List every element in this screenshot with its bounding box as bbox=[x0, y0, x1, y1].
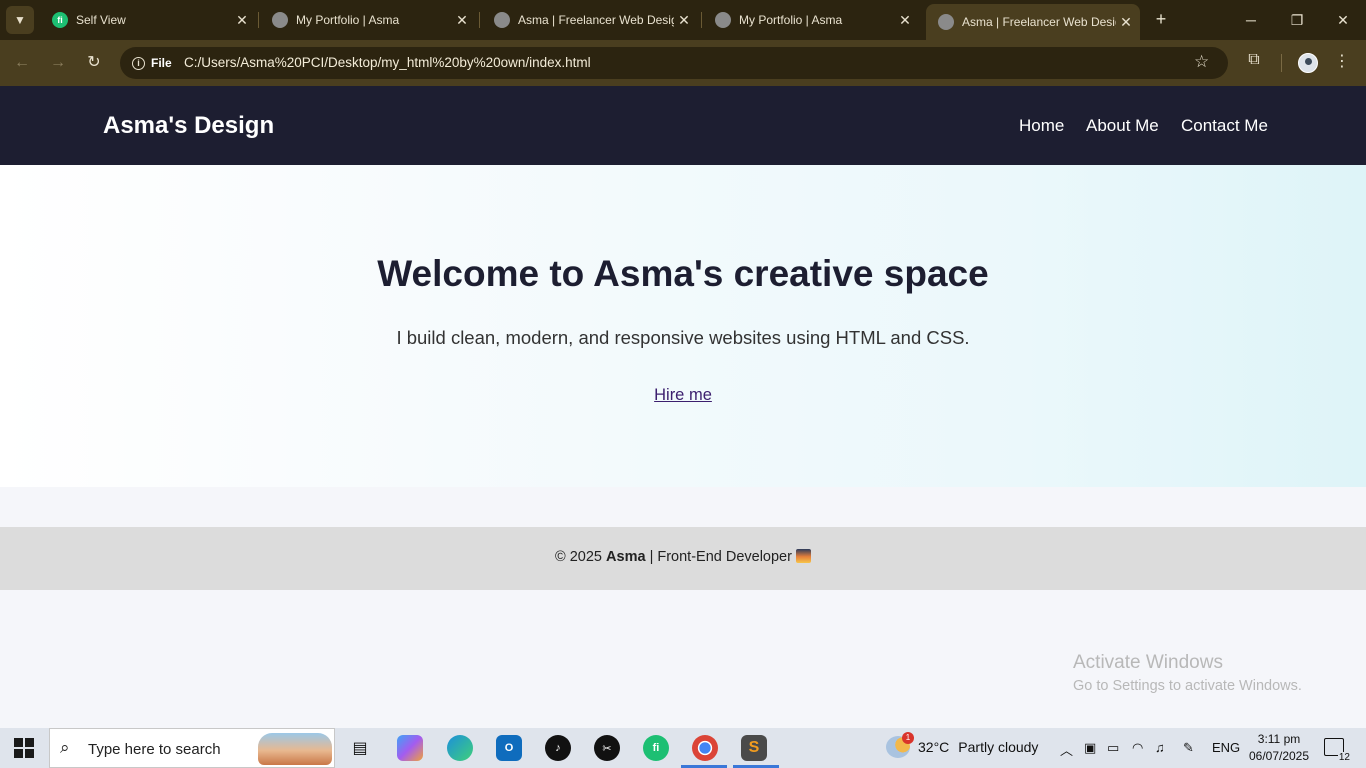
browser-toolbar: ← → ↻ i File C:/Users/Asma%20PCI/Desktop… bbox=[0, 40, 1366, 86]
globe-icon bbox=[494, 12, 510, 28]
search-icon: ⌕ bbox=[60, 738, 70, 757]
close-tab-icon[interactable]: ✕ bbox=[452, 12, 472, 29]
battery-icon[interactable]: ▭ bbox=[1107, 740, 1119, 756]
hero-cta-wrapper: Hire me bbox=[0, 386, 1366, 405]
close-tab-icon[interactable]: ✕ bbox=[895, 12, 915, 29]
language-indicator[interactable]: ENG bbox=[1212, 740, 1240, 755]
site-footer: © 2025 Asma | Front-End Developer bbox=[0, 527, 1366, 590]
address-url[interactable]: C:/Users/Asma%20PCI/Desktop/my_html%20by… bbox=[184, 55, 591, 70]
capcut-icon[interactable]: ✂ bbox=[594, 735, 620, 761]
tab-divider bbox=[258, 12, 259, 28]
clock-time: 3:11 pm bbox=[1257, 732, 1301, 746]
notification-count: 12 bbox=[1337, 752, 1351, 763]
hire-me-link[interactable]: Hire me bbox=[654, 386, 712, 404]
minimize-icon[interactable]: ─ bbox=[1228, 0, 1274, 40]
toolbar-divider bbox=[1281, 54, 1282, 72]
activate-windows-watermark: Activate Windows Go to Settings to activ… bbox=[1073, 652, 1302, 694]
browser-tab-strip: ▼ fi Self View ✕ My Portfolio | Asma ✕ A… bbox=[0, 0, 1366, 40]
footer-copyright-year: © 2025 bbox=[555, 549, 602, 565]
close-window-icon[interactable]: ✕ bbox=[1320, 0, 1366, 40]
tab-my-portfolio-2[interactable]: My Portfolio | Asma ✕ bbox=[703, 6, 919, 34]
outlook-icon[interactable]: O bbox=[496, 735, 522, 761]
hero-section: Welcome to Asma's creative space I build… bbox=[0, 165, 1366, 487]
tab-self-view[interactable]: fi Self View ✕ bbox=[40, 6, 256, 34]
network-icon[interactable]: ◠ bbox=[1132, 740, 1143, 756]
taskbar-clock[interactable]: 3:11 pm 06/07/2025 bbox=[1248, 731, 1310, 765]
copilot-icon[interactable] bbox=[397, 735, 423, 761]
search-highlight-image bbox=[258, 733, 332, 765]
reload-icon[interactable]: ↻ bbox=[82, 51, 106, 75]
forward-arrow-icon[interactable]: → bbox=[46, 51, 70, 75]
hero-subtitle: I build clean, modern, and responsive we… bbox=[396, 327, 970, 348]
chrome-icon[interactable] bbox=[692, 735, 718, 761]
tab-divider bbox=[479, 12, 480, 28]
weather-temperature: 32°C bbox=[918, 739, 950, 755]
site-logo[interactable]: Asma's Design bbox=[103, 112, 274, 140]
close-tab-icon[interactable]: ✕ bbox=[674, 12, 694, 29]
task-view-icon[interactable]: ▤ bbox=[347, 735, 373, 761]
sunrise-emoji-icon bbox=[795, 549, 811, 563]
info-icon: i bbox=[132, 56, 145, 70]
tab-freelancer-web-design[interactable]: Asma | Freelancer Web Desig ✕ bbox=[482, 6, 698, 34]
tab-freelancer-web-design-active[interactable]: Asma | Freelancer Web Desig ✕ bbox=[926, 4, 1140, 40]
footer-copyright: © 2025 Asma | Front-End Developer bbox=[0, 549, 1366, 565]
hero-title: Welcome to Asma's creative space bbox=[377, 253, 989, 294]
address-bar[interactable]: i File C:/Users/Asma%20PCI/Desktop/my_ht… bbox=[120, 47, 1228, 79]
close-tab-icon[interactable]: ✕ bbox=[1116, 14, 1136, 31]
nav-link-contact-me[interactable]: Contact Me bbox=[1181, 116, 1268, 136]
footer-name: Asma bbox=[606, 549, 646, 565]
show-hidden-icons-chevron-icon[interactable]: ︿ bbox=[1060, 740, 1073, 759]
globe-icon bbox=[715, 12, 731, 28]
nav-link-about-me[interactable]: About Me bbox=[1086, 116, 1159, 136]
nav-link-home[interactable]: Home bbox=[1019, 116, 1064, 136]
site-info-chip[interactable]: i File bbox=[126, 52, 178, 74]
browser-menu-kebab-icon[interactable]: ⋮ bbox=[1334, 51, 1350, 71]
edge-icon[interactable] bbox=[447, 735, 473, 761]
fiverr-icon: fi bbox=[52, 12, 68, 28]
search-placeholder: Type here to search bbox=[88, 741, 221, 758]
restore-icon[interactable]: ❐ bbox=[1274, 0, 1320, 40]
site-header: Asma's Design Home About Me Contact Me bbox=[0, 86, 1366, 165]
volume-icon[interactable]: ♫ bbox=[1155, 740, 1165, 755]
globe-icon bbox=[938, 14, 954, 30]
notification-center-icon[interactable]: 12 bbox=[1324, 738, 1351, 763]
bookmark-star-icon[interactable]: ☆ bbox=[1194, 52, 1209, 72]
windows-taskbar: ⌕ Type here to search ▤ O ♪ ✂ fi S 1 32°… bbox=[0, 728, 1366, 768]
windows-start-icon[interactable] bbox=[14, 738, 34, 758]
taskbar-search-box[interactable]: ⌕ Type here to search bbox=[49, 728, 335, 768]
watermark-subtitle: Go to Settings to activate Windows. bbox=[1073, 678, 1302, 694]
watermark-title: Activate Windows bbox=[1073, 652, 1223, 673]
globe-icon bbox=[272, 12, 288, 28]
new-tab-button[interactable]: + bbox=[1150, 8, 1172, 30]
tab-my-portfolio[interactable]: My Portfolio | Asma ✕ bbox=[260, 6, 476, 34]
fiverr-icon[interactable]: fi bbox=[643, 735, 669, 761]
footer-role: | Front-End Developer bbox=[649, 549, 792, 565]
clock-date: 06/07/2025 bbox=[1248, 749, 1310, 763]
tab-divider bbox=[701, 12, 702, 28]
weather-alert-badge: 1 bbox=[902, 732, 914, 744]
meet-now-icon[interactable]: ▣ bbox=[1084, 740, 1096, 756]
close-tab-icon[interactable]: ✕ bbox=[232, 12, 252, 29]
weather-condition: Partly cloudy bbox=[958, 739, 1039, 755]
tiktok-icon[interactable]: ♪ bbox=[545, 735, 571, 761]
profile-avatar[interactable] bbox=[1298, 53, 1318, 73]
partly-cloudy-icon: 1 bbox=[886, 732, 914, 758]
extensions-puzzle-icon[interactable]: ⧉ bbox=[1243, 51, 1265, 73]
weather-widget[interactable]: 1 32°C Partly cloudy bbox=[886, 732, 1039, 758]
sublime-text-icon[interactable]: S bbox=[741, 735, 767, 761]
pen-icon[interactable]: ✎ bbox=[1183, 740, 1194, 756]
tab-search-dropdown-icon[interactable]: ▼ bbox=[6, 6, 34, 34]
back-arrow-icon[interactable]: ← bbox=[10, 51, 34, 75]
